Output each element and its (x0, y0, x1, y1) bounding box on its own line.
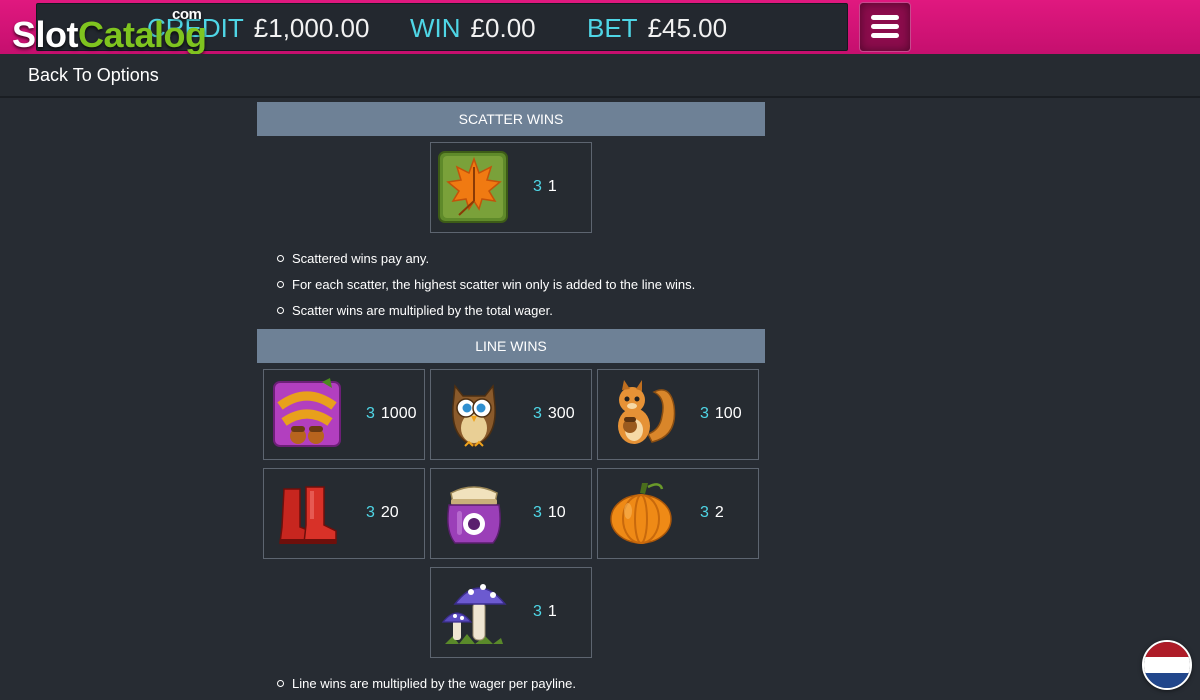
menu-button[interactable] (859, 2, 911, 52)
symbol-count: 3 (533, 603, 542, 620)
scatter-rule-2: For each scatter, the highest scatter wi… (276, 277, 696, 292)
slotcatalog-watermark: SlotCatalog com (12, 6, 207, 56)
navigation-bar: Back To Options (0, 54, 1200, 98)
paytable-tile-maple-leaf: 31 (430, 142, 592, 233)
payout-row: 31 (533, 603, 557, 621)
paytable-tile-red-boots: 3 20 (263, 468, 425, 559)
symbol-count: 3 (366, 504, 375, 521)
payout-row: 32 (700, 504, 724, 522)
symbol-payout: 1 (547, 178, 557, 195)
paytable-tile-owl: 3 300 (430, 369, 592, 460)
bet-value: £45.00 (647, 13, 728, 43)
line-rule-1: Line wins are multiplied by the wager pe… (277, 676, 576, 691)
symbol-count: 3 (533, 178, 542, 195)
watermark-slot: Slot (12, 14, 79, 55)
jam-jar-icon (447, 486, 501, 544)
scatter-wins-header: SCATTER WINS (257, 102, 765, 136)
autumn-gold-logo-icon (273, 378, 341, 447)
symbol-count: 3 (533, 504, 542, 521)
payout-row: 3 100 (700, 405, 742, 423)
paytable-tile-pumpkin: 32 (597, 468, 759, 559)
payout-row: 3 20 (366, 504, 399, 522)
credit-value: £1,000.00 (253, 13, 370, 43)
line-wins-header: LINE WINS (257, 329, 765, 363)
symbol-payout: 1000 (380, 405, 417, 422)
paytable-tile-mushroom: 31 (430, 567, 592, 658)
owl-icon (452, 384, 496, 447)
symbol-count: 3 (700, 504, 709, 521)
win-display: WIN £0.00 (410, 13, 536, 44)
payout-row: 3 10 (533, 504, 566, 522)
back-to-options-link[interactable]: Back To Options (28, 65, 159, 86)
scatter-rule-3: Scatter wins are multiplied by the total… (277, 303, 553, 318)
pumpkin-icon (610, 483, 672, 544)
symbol-payout: 2 (714, 504, 724, 521)
red-boots-icon (279, 486, 337, 544)
mushroom-icon (441, 584, 507, 644)
win-value: £0.00 (470, 13, 536, 43)
watermark-com: com (172, 6, 202, 23)
paytable-tile-autumn-gold: 3 1000 (263, 369, 425, 460)
maple-leaf-icon (438, 151, 508, 223)
symbol-payout: 300 (547, 405, 575, 422)
payout-row: 31 (533, 178, 557, 196)
symbol-payout: 100 (714, 405, 742, 422)
bet-display: BET £45.00 (587, 13, 727, 44)
paytable-tile-squirrel: 3 100 (597, 369, 759, 460)
hamburger-icon (871, 15, 899, 20)
netherlands-flag-icon[interactable] (1142, 640, 1192, 690)
symbol-count: 3 (533, 405, 542, 422)
symbol-payout: 20 (380, 504, 399, 521)
symbol-count: 3 (700, 405, 709, 422)
win-label: WIN (410, 13, 461, 43)
symbol-payout: 1 (547, 603, 557, 620)
payout-row: 3 300 (533, 405, 575, 423)
scatter-rule-1: Scattered wins pay any. (276, 251, 430, 266)
paytable-tile-jam-jar: 3 10 (430, 468, 592, 559)
payout-row: 3 1000 (366, 405, 417, 423)
squirrel-icon (618, 380, 676, 444)
symbol-count: 3 (366, 405, 375, 422)
bet-label: BET (587, 13, 638, 43)
symbol-payout: 10 (547, 504, 566, 521)
